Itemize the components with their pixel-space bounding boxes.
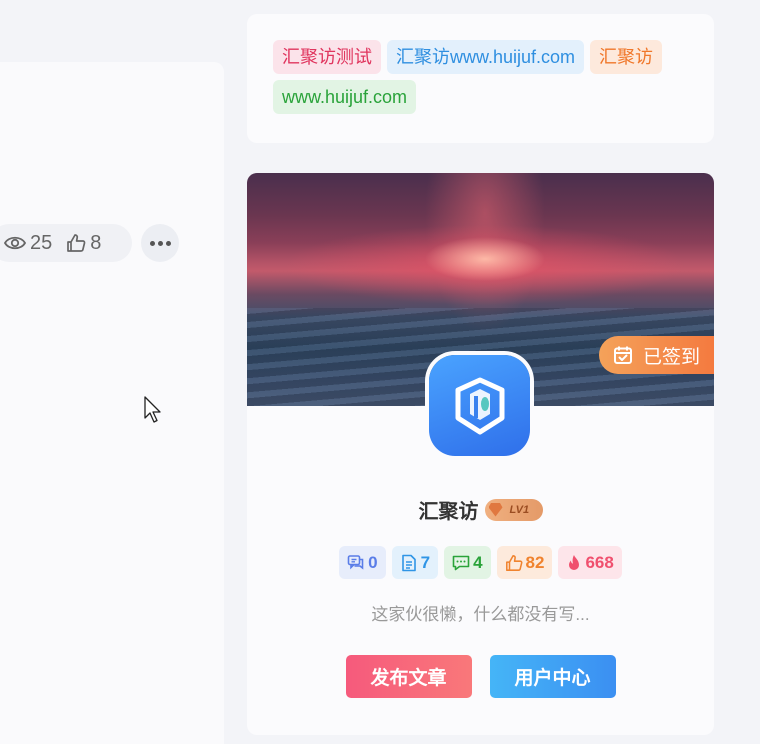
fire-icon bbox=[569, 554, 580, 570]
more-options-button[interactable] bbox=[141, 224, 179, 262]
views-count: 25 bbox=[30, 231, 53, 254]
mouse-cursor-icon bbox=[144, 396, 161, 423]
publish-post-button[interactable]: 发布文章 bbox=[345, 655, 472, 698]
user-bio: 这家伙很懒，什么都没有写... bbox=[371, 605, 590, 624]
stat-value: 7 bbox=[420, 552, 431, 572]
thumbs-up-icon bbox=[505, 554, 523, 571]
calendar-check-icon bbox=[613, 346, 632, 364]
username-row: 汇聚访 LV1 bbox=[247, 495, 714, 524]
user-profile-card: 已签到 汇聚访 LV1 0 7 4 82 668 这家伙很懒，什么都没有写...… bbox=[247, 173, 714, 735]
likes-count: 8 bbox=[90, 231, 102, 254]
views-stat: 25 bbox=[4, 232, 52, 255]
checkin-badge[interactable]: 已签到 bbox=[598, 336, 714, 374]
stat-value: 0 bbox=[368, 552, 378, 572]
document-icon bbox=[401, 554, 416, 571]
post-meta: 25 8 bbox=[0, 224, 132, 262]
gem-icon bbox=[488, 502, 503, 517]
tag-item[interactable]: 汇聚访www.huijuf.com bbox=[387, 40, 585, 74]
user-center-button[interactable]: 用户中心 bbox=[489, 655, 616, 698]
comments-icon bbox=[347, 554, 364, 570]
level-badge: LV1 bbox=[484, 498, 543, 521]
tag-list: 汇聚访测试 汇聚访www.huijuf.com 汇聚访 www.huijuf.c… bbox=[273, 40, 688, 114]
stat-comments[interactable]: 0 bbox=[339, 546, 386, 579]
user-stats: 0 7 4 82 668 bbox=[247, 546, 714, 579]
dot-icon bbox=[165, 240, 171, 246]
stat-posts[interactable]: 7 bbox=[391, 546, 439, 579]
checkin-label: 已签到 bbox=[642, 346, 700, 368]
tag-item[interactable]: www.huijuf.com bbox=[273, 80, 417, 114]
dot-icon bbox=[157, 240, 163, 246]
tags-widget: 汇聚访测试 汇聚访www.huijuf.com 汇聚访 www.huijuf.c… bbox=[247, 14, 714, 143]
message-icon bbox=[452, 555, 470, 570]
eye-icon bbox=[4, 236, 26, 250]
stat-value: 668 bbox=[585, 552, 614, 572]
likes-stat[interactable]: 8 bbox=[66, 232, 101, 255]
tag-item[interactable]: 汇聚访 bbox=[590, 40, 663, 74]
logo-icon bbox=[455, 377, 504, 434]
tag-item[interactable]: 汇聚访测试 bbox=[273, 40, 381, 74]
dot-icon bbox=[149, 240, 155, 246]
stat-value: 82 bbox=[525, 552, 545, 572]
post-card bbox=[0, 62, 224, 744]
level-label: LV1 bbox=[509, 503, 530, 516]
avatar[interactable] bbox=[429, 355, 530, 456]
stat-value: 4 bbox=[473, 552, 483, 572]
stat-popularity[interactable]: 668 bbox=[558, 546, 622, 579]
thumbs-up-icon bbox=[67, 234, 86, 252]
stat-likes[interactable]: 82 bbox=[496, 546, 553, 579]
username[interactable]: 汇聚访 bbox=[419, 495, 479, 524]
stat-messages[interactable]: 4 bbox=[444, 546, 491, 579]
profile-actions: 发布文章 用户中心 bbox=[247, 655, 714, 698]
